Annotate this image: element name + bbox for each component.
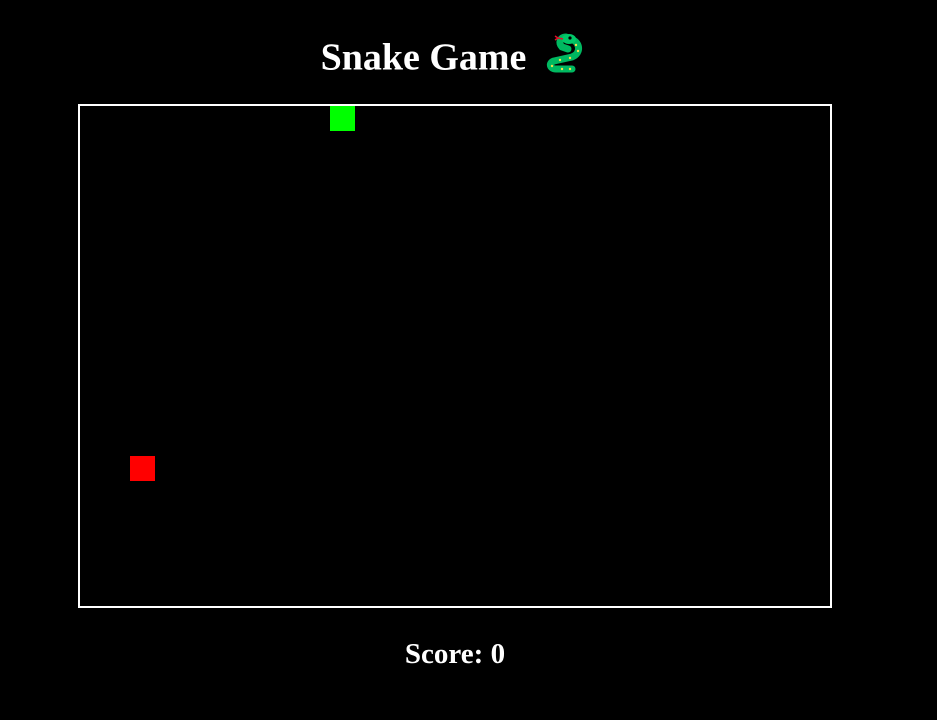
game-board[interactable] — [78, 104, 832, 608]
score-display: Score: 0 — [0, 634, 910, 674]
title-text: Snake Game — [320, 36, 527, 79]
food — [130, 456, 155, 481]
snake-head — [330, 106, 355, 131]
snake-icon — [540, 31, 584, 75]
page-title: Snake Game — [0, 28, 905, 83]
score-label: Score: — [404, 638, 491, 670]
score-value: 0 — [490, 638, 506, 670]
